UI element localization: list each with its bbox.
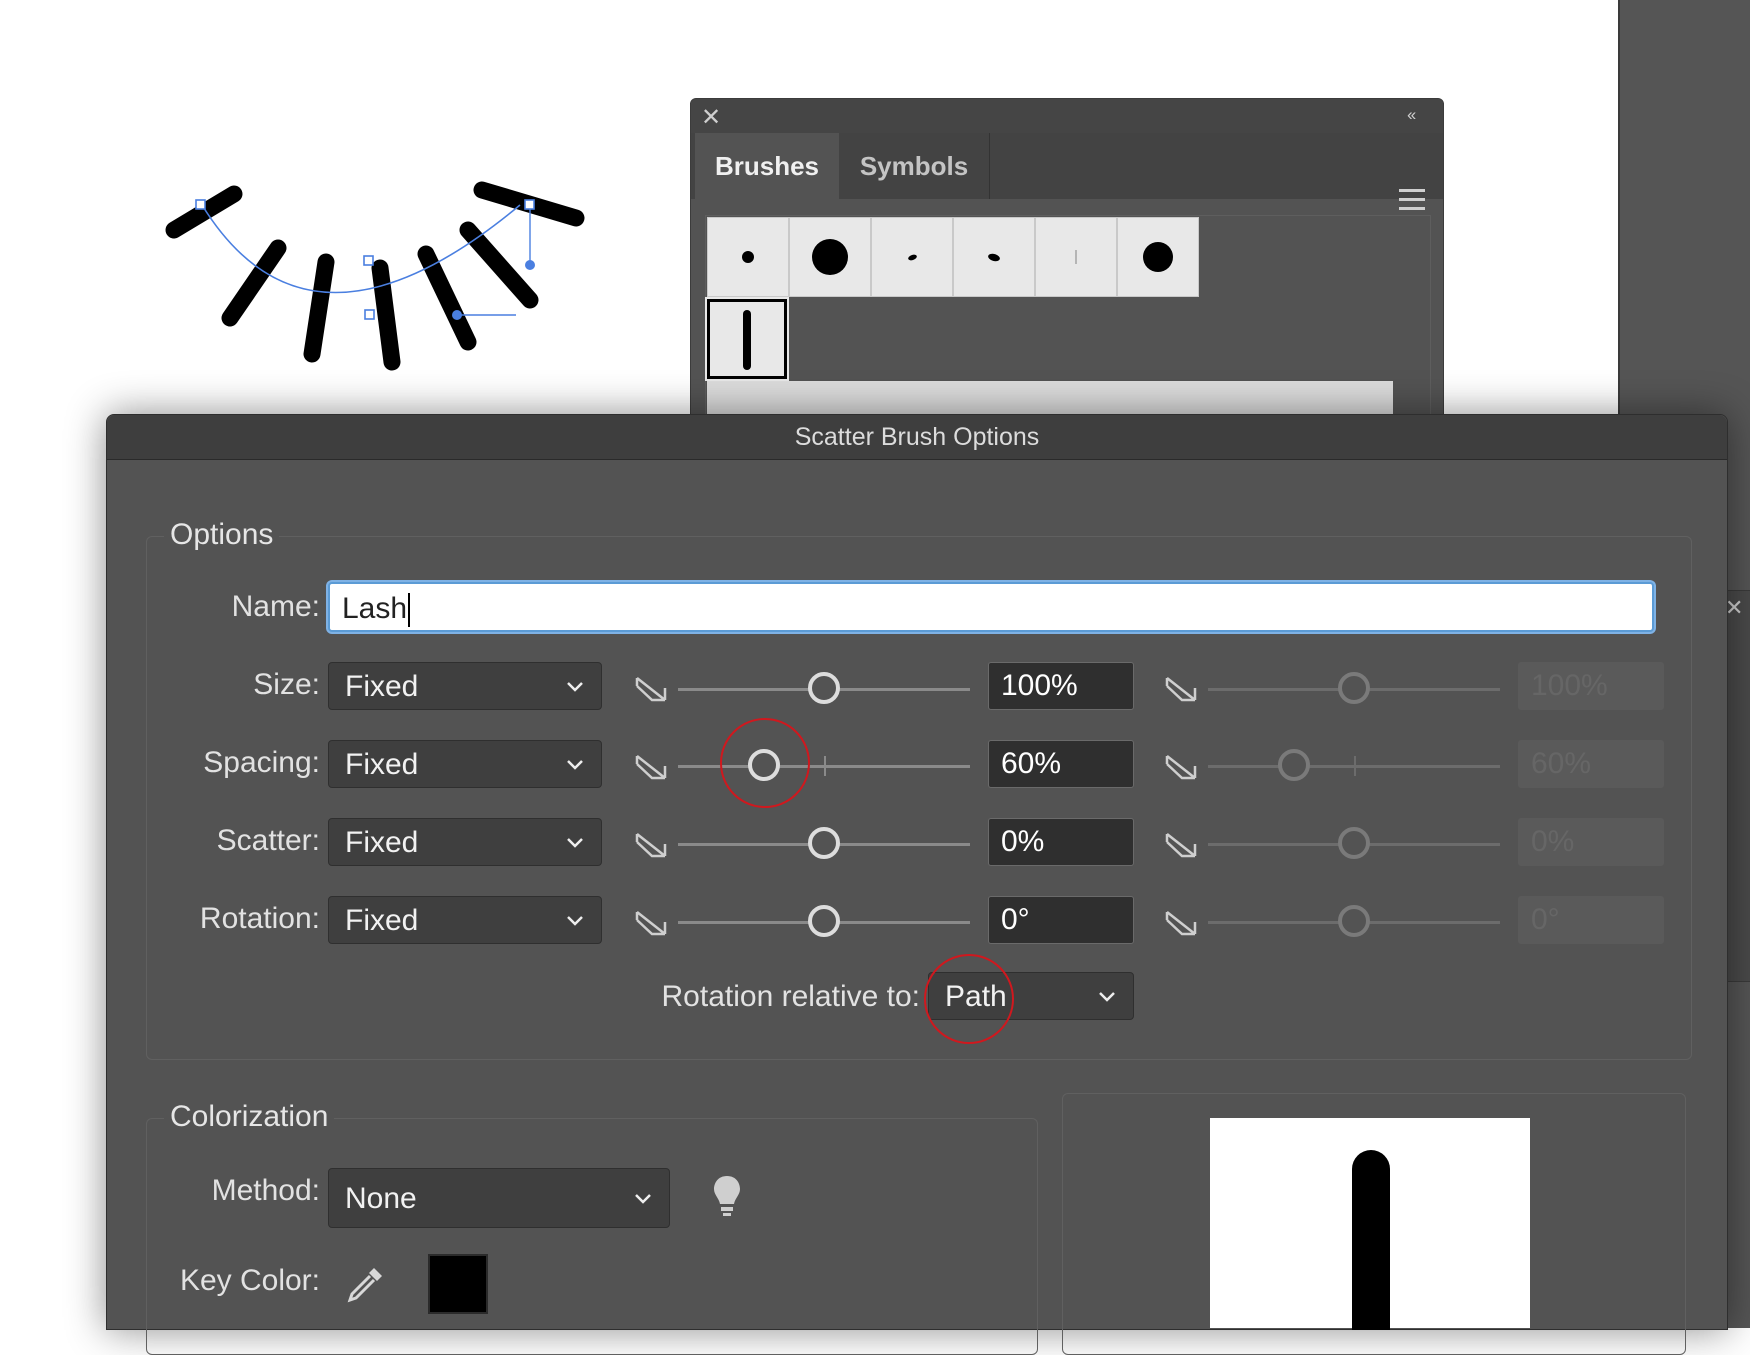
brush-swatch[interactable]: [1117, 217, 1199, 297]
spacing-slider-tick: [824, 756, 826, 776]
options-group-label: Options: [164, 518, 280, 552]
anchor-point: [364, 309, 375, 320]
spacing-max-slider-tick: [1354, 756, 1356, 776]
pressure-icon[interactable]: [1164, 828, 1198, 862]
rotation-mode-select[interactable]: Fixed: [328, 896, 602, 944]
key-color-swatch[interactable]: [428, 1254, 488, 1314]
rotation-relative-select[interactable]: Path: [928, 972, 1134, 1020]
spacing-mode-select[interactable]: Fixed: [328, 740, 602, 788]
colorization-group-label: Colorization: [164, 1100, 335, 1134]
lash-stroke: [221, 239, 287, 327]
brush-swatch[interactable]: [789, 217, 871, 297]
lash-stroke: [303, 253, 335, 363]
eyedropper-icon[interactable]: [344, 1262, 388, 1306]
pressure-icon[interactable]: [634, 828, 668, 862]
size-slider-knob[interactable]: [808, 672, 840, 704]
chevron-down-icon: [567, 838, 583, 848]
pressure-icon[interactable]: [1164, 750, 1198, 784]
size-mode-select[interactable]: Fixed: [328, 662, 602, 710]
lash-stroke: [417, 245, 477, 351]
rotation-label: Rotation:: [199, 902, 320, 935]
double-chevron-left-icon[interactable]: ‹‹: [1407, 105, 1416, 125]
spacing-slider-knob[interactable]: [748, 749, 780, 781]
anchor-point: [363, 255, 374, 266]
name-input-value: Lash: [342, 592, 408, 625]
text-caret: [408, 593, 411, 628]
brush-swatch[interactable]: [953, 217, 1035, 297]
scatter-max-slider-knob: [1338, 827, 1370, 859]
pressure-icon[interactable]: [1164, 672, 1198, 706]
handle-point: [525, 260, 535, 270]
chevron-down-icon: [567, 760, 583, 770]
chevron-down-icon: [567, 682, 583, 692]
chevron-down-icon: [1099, 992, 1115, 1002]
tab-symbols[interactable]: Symbols: [839, 133, 990, 199]
spacing-mode-value: Fixed: [345, 748, 419, 781]
scatter-mode-value: Fixed: [345, 826, 419, 859]
rotation-slider-knob[interactable]: [808, 905, 840, 937]
lightbulb-icon[interactable]: [712, 1174, 742, 1218]
dialog-title: Scatter Brush Options: [107, 415, 1727, 460]
brush-swatch-lash-selected[interactable]: [705, 297, 789, 381]
tab-brushes[interactable]: Brushes: [695, 133, 839, 199]
scatter-max-value-field: 0%: [1518, 818, 1664, 866]
method-value: None: [345, 1182, 417, 1215]
spacing-label: Spacing:: [203, 746, 320, 779]
pressure-icon[interactable]: [634, 906, 668, 940]
chevron-down-icon: [635, 1194, 651, 1204]
spacing-max-slider-knob: [1278, 749, 1310, 781]
lash-artwork[interactable]: [150, 170, 610, 380]
brush-swatch[interactable]: [871, 217, 953, 297]
method-select[interactable]: None: [328, 1168, 670, 1228]
pressure-icon[interactable]: [1164, 906, 1198, 940]
handle-point: [452, 310, 462, 320]
lash-stroke: [371, 259, 401, 371]
size-label: Size:: [253, 668, 320, 701]
scatter-label: Scatter:: [216, 824, 320, 857]
rotation-relative-value: Path: [945, 980, 1007, 1013]
rotation-value-field[interactable]: 0°: [988, 896, 1134, 944]
anchor-point: [524, 199, 535, 210]
method-label: Method:: [211, 1174, 320, 1207]
rotation-max-slider-knob: [1338, 905, 1370, 937]
close-icon[interactable]: ✕: [701, 103, 721, 132]
size-max-slider-knob: [1338, 672, 1370, 704]
name-input[interactable]: Lash: [328, 582, 1654, 632]
size-value-field[interactable]: 100%: [988, 662, 1134, 710]
size-mode-value: Fixed: [345, 670, 419, 703]
size-max-value-field: 100%: [1518, 662, 1664, 710]
rotation-mode-value: Fixed: [345, 904, 419, 937]
brush-swatch[interactable]: [707, 217, 789, 297]
lash-stroke: [459, 221, 539, 309]
key-color-label: Key Color:: [179, 1264, 320, 1297]
spacing-max-value-field: 60%: [1518, 740, 1664, 788]
rotation-max-value-field: 0°: [1518, 896, 1664, 944]
anchor-point: [195, 199, 206, 210]
panel-titlebar[interactable]: [691, 99, 1443, 133]
name-label: Name:: [231, 590, 320, 623]
colorization-group: [146, 1118, 1038, 1355]
brush-preview-stroke: [1352, 1150, 1390, 1330]
pressure-icon[interactable]: [634, 672, 668, 706]
brushes-panel: ✕ ‹‹ Brushes Symbols: [690, 98, 1444, 420]
panel-tab-bar: Brushes Symbols: [691, 133, 1443, 210]
scatter-value-field[interactable]: 0%: [988, 818, 1134, 866]
scatter-mode-select[interactable]: Fixed: [328, 818, 602, 866]
rotation-relative-label: Rotation relative to:: [661, 980, 920, 1013]
brush-swatch[interactable]: [1035, 217, 1117, 297]
spacing-value-field[interactable]: 60%: [988, 740, 1134, 788]
hamburger-menu-icon[interactable]: [1399, 189, 1425, 216]
chevron-down-icon: [567, 916, 583, 926]
pressure-icon[interactable]: [634, 750, 668, 784]
scatter-slider-knob[interactable]: [808, 827, 840, 859]
